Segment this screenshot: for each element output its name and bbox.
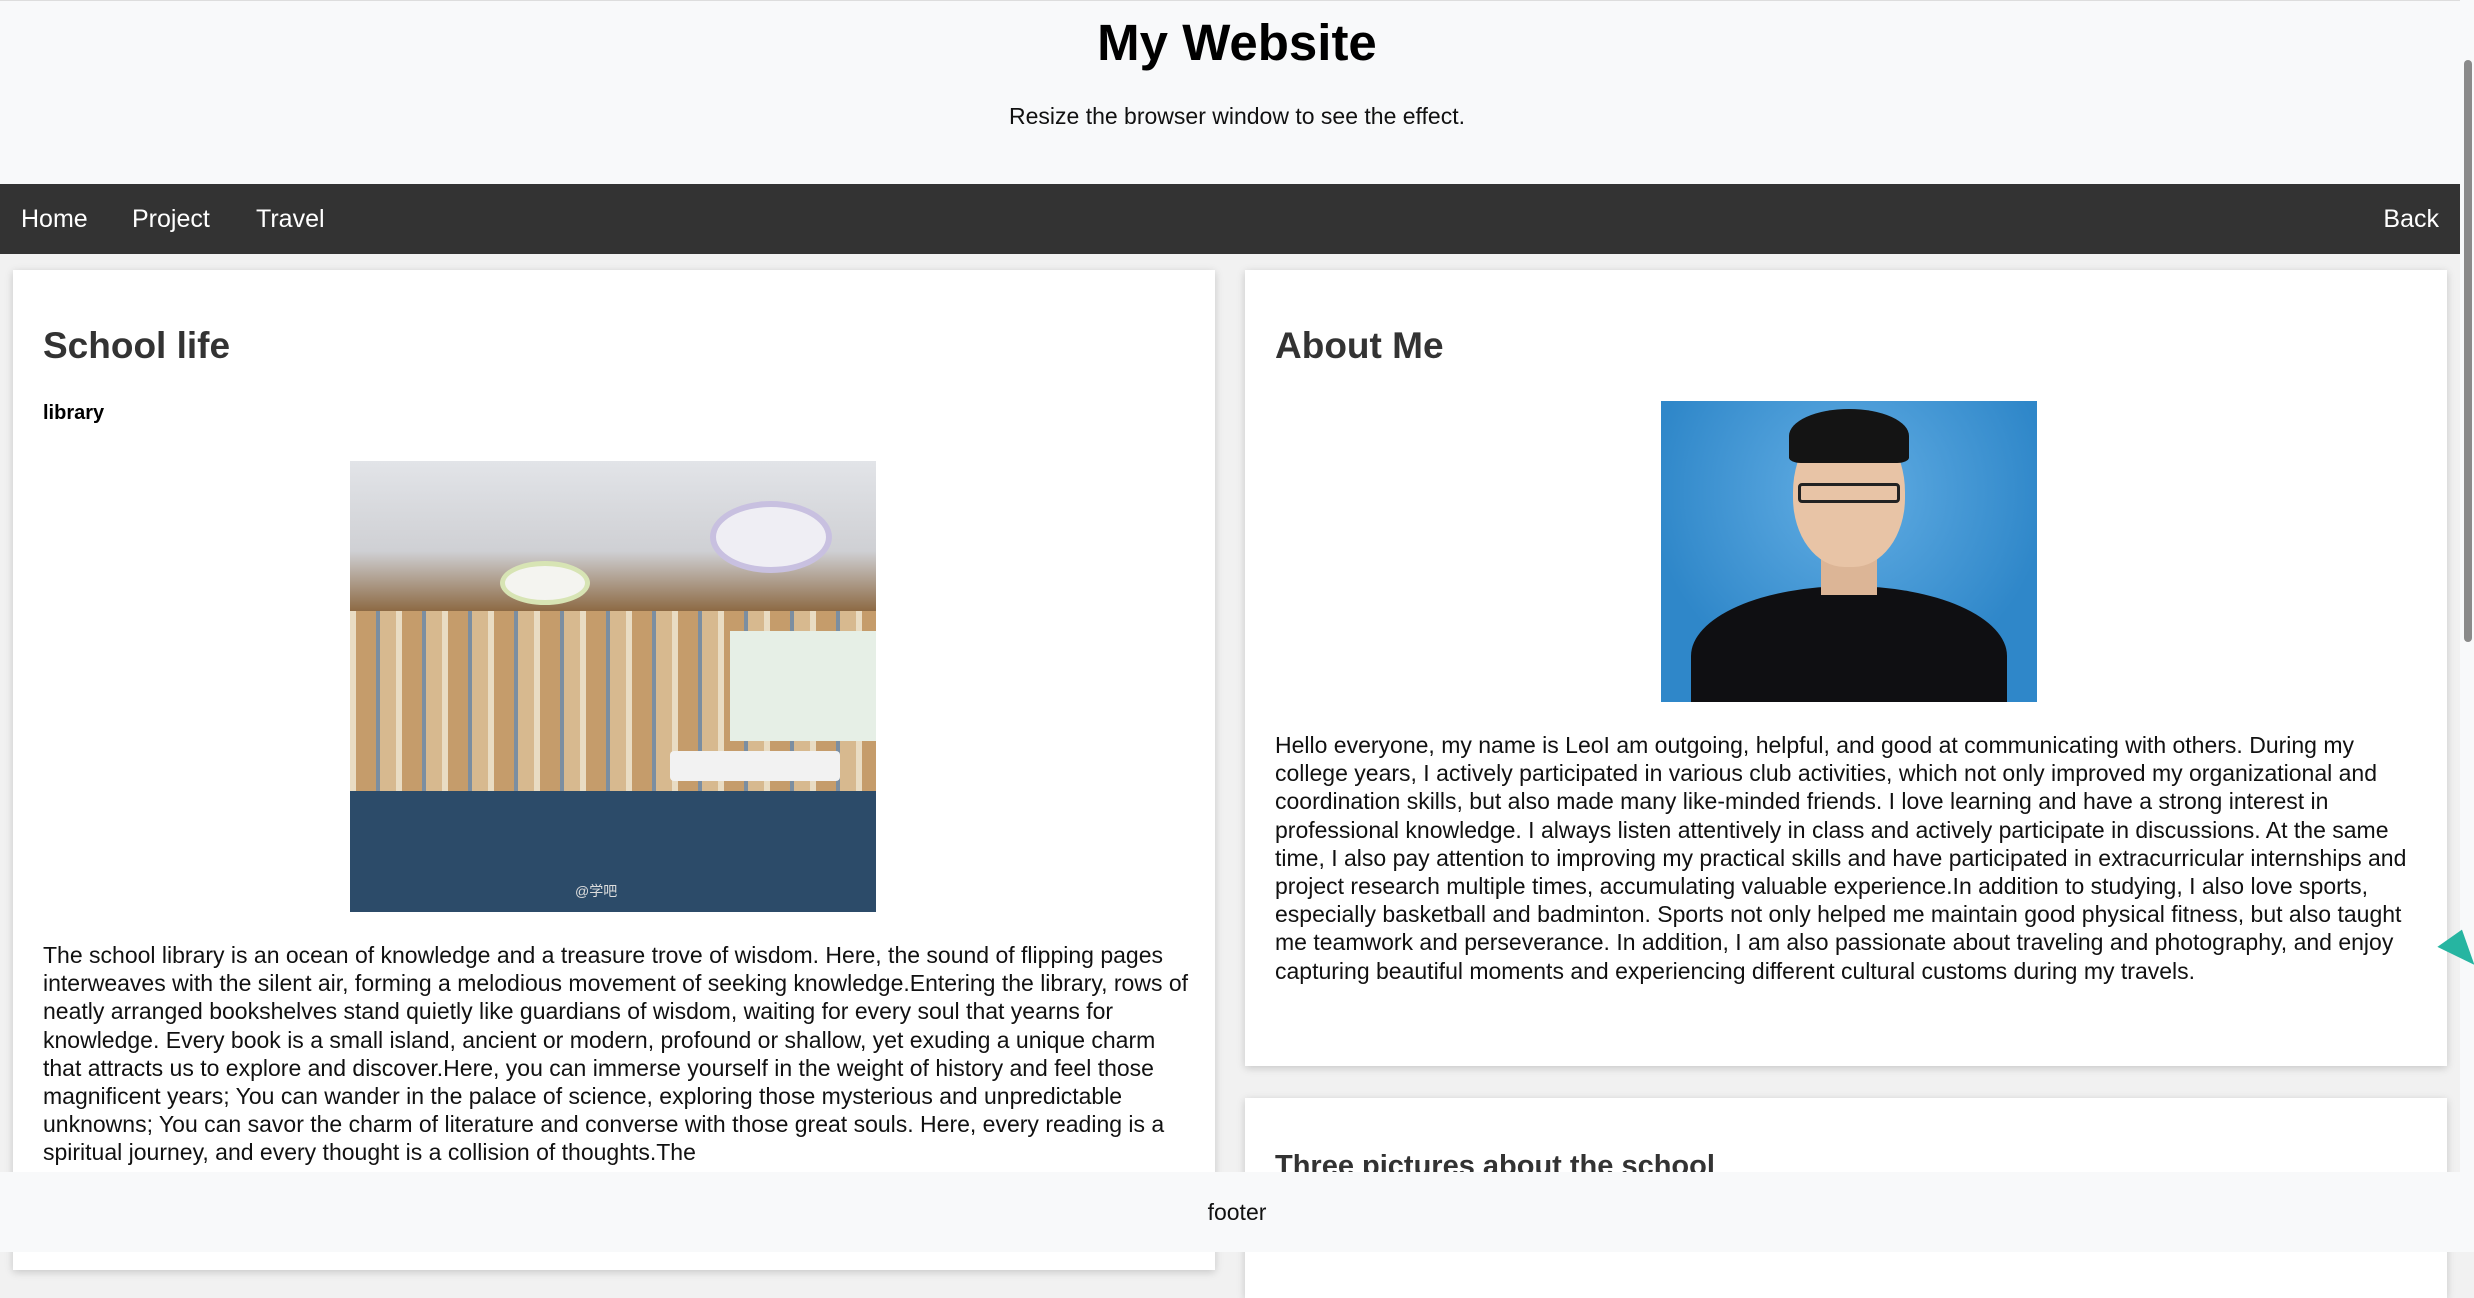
nav-home-link[interactable]: Home bbox=[0, 184, 109, 254]
about-me-card: About Me Hello everyone, my name is LeoI… bbox=[1245, 270, 2447, 1066]
photo-watermark: @学吧 bbox=[575, 883, 618, 899]
ceiling-light bbox=[710, 501, 832, 573]
school-life-title: School life bbox=[43, 325, 231, 366]
library-photo: @学吧 bbox=[350, 461, 876, 912]
site-title: My Website bbox=[1097, 14, 1377, 71]
profile-photo bbox=[1661, 401, 2037, 702]
ceiling-light bbox=[500, 561, 590, 605]
nav-project-link[interactable]: Project bbox=[111, 184, 231, 254]
library-window bbox=[730, 631, 876, 741]
school-life-card: School life library @学吧 The school libra… bbox=[13, 270, 1215, 1270]
library-subheading: library bbox=[43, 402, 105, 424]
reading-table bbox=[670, 751, 840, 781]
about-me-paragraph: Hello everyone, my name is LeoI am outgo… bbox=[1275, 732, 2407, 984]
photo-glasses bbox=[1798, 483, 1900, 503]
site-header: My Website Resize the browser window to … bbox=[0, 0, 2474, 184]
scrollbar-thumb[interactable] bbox=[2464, 60, 2472, 642]
library-paragraph: The school library is an ocean of knowle… bbox=[43, 942, 1189, 1166]
nav-travel-link[interactable]: Travel bbox=[235, 184, 346, 254]
page-footer: footer bbox=[0, 1172, 2474, 1252]
about-me-title: About Me bbox=[1275, 325, 1444, 366]
site-subtitle: Resize the browser window to see the eff… bbox=[1009, 103, 1465, 129]
top-navbar: Home Project Travel Back bbox=[0, 184, 2460, 254]
nav-back-link[interactable]: Back bbox=[2362, 184, 2460, 254]
photo-hair bbox=[1789, 409, 1909, 463]
